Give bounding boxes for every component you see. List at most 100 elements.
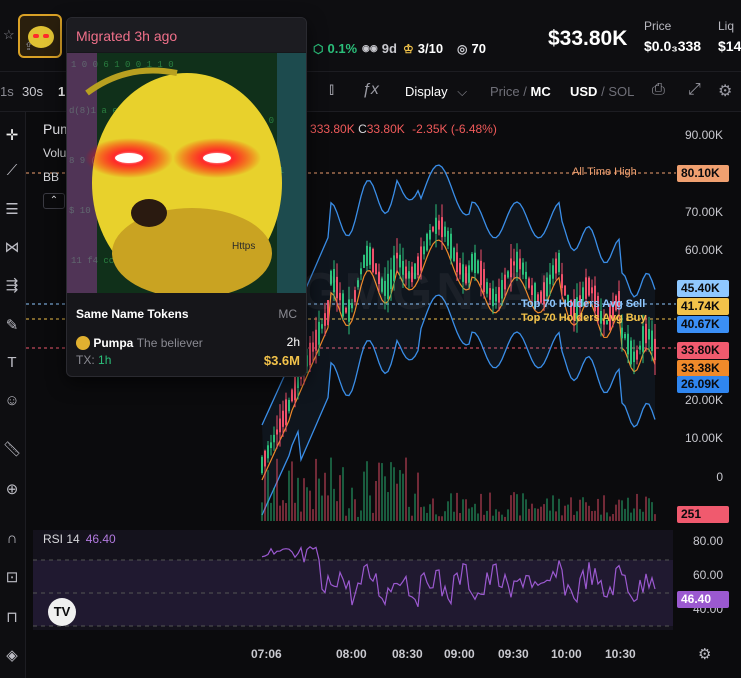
volume-bar [414, 493, 416, 521]
candle-body [288, 399, 290, 412]
volume-bar [555, 511, 557, 521]
volume-bar [330, 457, 332, 521]
item-desc: The believer [136, 335, 203, 350]
volume-bar [264, 464, 266, 521]
volume-bar [495, 509, 497, 521]
tag-text: 46.40 [681, 592, 712, 606]
volume-bar [342, 467, 344, 521]
volume-bar [444, 511, 446, 521]
candle-body [396, 252, 398, 259]
volume-bar [282, 500, 284, 521]
candle-body [435, 217, 437, 234]
volume-bar [519, 515, 521, 521]
collapse-indicators-button[interactable]: ⌃ [43, 193, 65, 209]
avg-buy-price-tag: 41.74K [677, 298, 729, 315]
volume-bar [408, 506, 410, 521]
candle-body [321, 324, 323, 329]
volume-bar [651, 502, 653, 521]
volume-bar [564, 505, 566, 521]
token-hover-card: Migrated 3h ago 1 0 0 6 1 0 0 1 1 0 d(8)… [66, 17, 307, 377]
volume-bar [507, 509, 509, 521]
volume-bar [600, 514, 602, 521]
volume-bar [489, 492, 491, 521]
ohlc-close-label: C [358, 122, 367, 136]
volume-bar [423, 506, 425, 521]
volume-bar [297, 477, 299, 521]
popup-title: Migrated 3h ago [76, 28, 178, 44]
rsi-name: RSI 14 [43, 532, 80, 546]
volume-bar [537, 508, 539, 521]
volume-bar [387, 492, 389, 521]
volume-bar [627, 497, 629, 521]
chart-settings-icon[interactable]: ⚙ [698, 645, 711, 663]
candle-body [438, 220, 440, 230]
candle-body [318, 321, 320, 345]
volume-bar [465, 499, 467, 521]
volume-bar [570, 497, 572, 521]
ohlc-high: 33.80K [316, 122, 355, 136]
token-image-art: 1 0 0 6 1 0 0 1 1 0 d(8)1 a e4 0 8 9 (10… [67, 53, 306, 293]
bb-upper-price-tag: 40.67K [677, 316, 729, 333]
volume-bar [579, 499, 581, 521]
volume-bar [276, 458, 278, 521]
volume-bar [498, 511, 500, 521]
candle-body [564, 285, 566, 296]
popup-header: Migrated 3h ago [67, 18, 306, 52]
x-tick: 09:00 [444, 647, 475, 661]
volume-bar [642, 511, 644, 521]
candle-body [441, 217, 443, 238]
candle-body [315, 329, 317, 351]
candle-body [450, 233, 452, 259]
item-tx-label: TX: [76, 353, 95, 367]
ath-price-tag: 80.10K [677, 165, 729, 182]
rsi-label: RSI 14 46.40 [43, 532, 116, 546]
volume-bar [462, 499, 464, 521]
candle-body [270, 442, 272, 449]
volume-bar [375, 480, 377, 521]
volume-bar [366, 461, 368, 521]
volume-bar [645, 496, 647, 521]
volume-bar [288, 470, 290, 521]
tradingview-logo[interactable]: TV [48, 598, 76, 626]
candle-body [282, 410, 284, 427]
x-tick: 08:30 [392, 647, 423, 661]
volume-bar [285, 503, 287, 521]
y-tick: 70.00K [684, 205, 723, 219]
tag-text: 80.10K [681, 166, 720, 180]
candle-body [639, 345, 641, 350]
volume-bar [261, 502, 263, 521]
volume-bar [648, 498, 650, 521]
x-tick: 10:00 [551, 647, 582, 661]
volume-bar [300, 511, 302, 521]
x-tick: 09:30 [498, 647, 529, 661]
same-name-item[interactable]: Pumpa The believer 2h TX: 1h $3.6M [76, 335, 300, 369]
volume-bar [447, 501, 449, 521]
rsi-value-tag: 46.40 [677, 591, 729, 608]
volume-bar [597, 498, 599, 521]
volume-bar [390, 462, 392, 521]
candle-body [267, 445, 269, 459]
ohlc-change: -2.35K (-6.48%) [412, 122, 497, 136]
volume-bar [294, 502, 296, 521]
x-tick: 10:30 [605, 647, 636, 661]
volume-bar [486, 510, 488, 521]
x-tick: 07:06 [251, 647, 282, 661]
volume-bar [513, 492, 515, 521]
y-tick: 0 [716, 470, 723, 484]
volume-bar [531, 503, 533, 521]
candle-body [588, 277, 590, 296]
volume-bar [351, 487, 353, 521]
candle-body [621, 327, 623, 339]
volume-bar [630, 512, 632, 521]
volume-bar [306, 487, 308, 521]
candle-body [297, 375, 299, 389]
same-name-title: Same Name Tokens [76, 307, 189, 321]
candle-body [447, 230, 449, 246]
volume-bar [426, 512, 428, 521]
y-tick: 60.00K [684, 243, 723, 257]
ath-label: All Time High [572, 166, 637, 178]
ohlc-high-prefix: 3 [310, 122, 317, 136]
candle-body [651, 330, 653, 351]
volume-bar [381, 463, 383, 521]
rsi-tick: 80.00 [692, 534, 723, 548]
